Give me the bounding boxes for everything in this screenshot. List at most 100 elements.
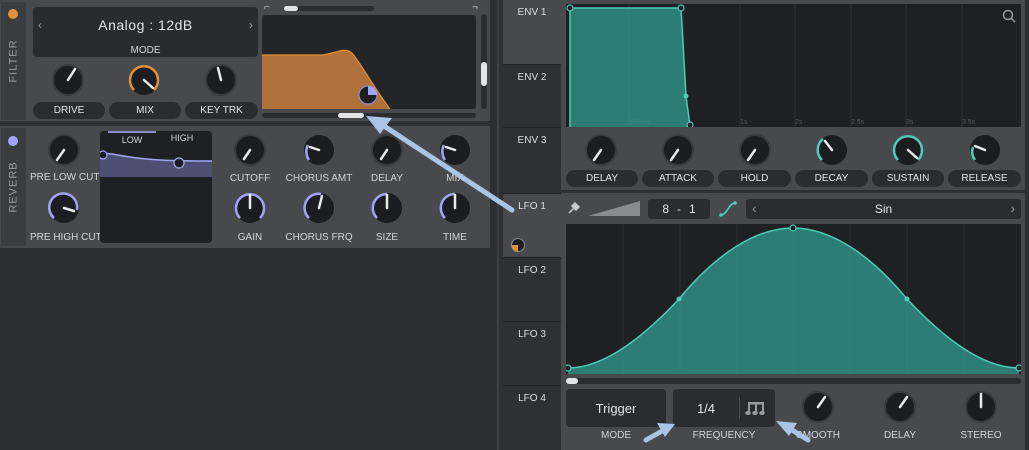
- env-release-label: RELEASE: [948, 170, 1021, 187]
- low-slope-icon[interactable]: ⌐: [264, 2, 270, 13]
- filter-tab-label: FILTER: [7, 39, 20, 83]
- reverb-delay-label: DELAY: [370, 173, 404, 184]
- lfo-graph[interactable]: [566, 224, 1021, 374]
- filter-response-graph[interactable]: [262, 15, 476, 109]
- reverb-chorusfrq-knob[interactable]: [302, 191, 336, 225]
- tempo-sync-notes-icon[interactable]: [745, 399, 767, 417]
- filter-blend-slider[interactable]: [262, 113, 476, 118]
- reverb-size-knob[interactable]: [370, 191, 404, 225]
- reverb-gain-label: GAIN: [237, 232, 263, 243]
- lfo-delay-label: DELAY: [883, 430, 917, 441]
- env-sustain-knob[interactable]: [891, 133, 925, 167]
- reverb-time-label: TIME: [443, 232, 467, 243]
- modulation-divider: [497, 0, 499, 450]
- filter-mode-selector[interactable]: ‹ Analog : 12dB › MODE: [33, 7, 258, 57]
- env3-tab[interactable]: ENV 3: [503, 127, 561, 190]
- lfo-grid-size[interactable]: 8 - 1: [648, 199, 710, 219]
- lfo2-tab[interactable]: LFO 2: [503, 257, 561, 321]
- reverb-eq-tab-high[interactable]: HIGH: [158, 131, 206, 145]
- reverb-cutoff-knob[interactable]: [233, 133, 267, 167]
- reverb-power-toggle[interactable]: [8, 136, 18, 146]
- next-arrow-icon[interactable]: ›: [249, 18, 253, 32]
- filter-mix-knob[interactable]: [127, 63, 161, 97]
- lfo1-mod-source-icon[interactable]: [510, 237, 526, 253]
- high-slope-icon[interactable]: ¬: [472, 2, 478, 13]
- reverb-cutoff-label: CUTOFF: [229, 173, 271, 184]
- zoom-search-icon[interactable]: [1002, 9, 1016, 23]
- env-tick-2s: 2s: [795, 119, 803, 126]
- env-hold-label: HOLD: [718, 170, 791, 187]
- filter-tab[interactable]: FILTER: [1, 2, 26, 120]
- env-decay-label: DECAY: [795, 170, 868, 187]
- reverb-prehighcut-label: PRE HIGH CUT: [30, 232, 102, 243]
- lfo-frequency-control[interactable]: 1/4: [673, 389, 775, 427]
- env-sustain-label: SUSTAIN: [872, 170, 944, 187]
- reverb-delay-knob[interactable]: [370, 133, 404, 167]
- envelope-graph[interactable]: 500ms 1s 2s 2.5s 3s 3.5s: [566, 4, 1021, 127]
- env-tick-2-5s: 2.5s: [851, 119, 865, 126]
- lfo-phase-thumb[interactable]: [566, 378, 578, 384]
- filter-power-toggle[interactable]: [8, 9, 18, 19]
- env-tick-3-5s: 3.5s: [962, 119, 976, 126]
- filter-mode-label: MODE: [130, 45, 161, 56]
- filter-vertical-slider-thumb[interactable]: [481, 62, 487, 86]
- reverb-chorusamt-knob[interactable]: [302, 133, 336, 167]
- env2-tab[interactable]: ENV 2: [503, 64, 561, 127]
- env-tick-1s: 1s: [740, 119, 748, 126]
- filter-scroll-track[interactable]: [284, 6, 374, 11]
- lfo-frequency-label: FREQUENCY: [692, 430, 756, 441]
- lfo-stereo-label: STEREO: [960, 430, 1002, 441]
- lfo-phase-slider[interactable]: [566, 378, 1021, 384]
- reverb-time-knob[interactable]: [438, 191, 472, 225]
- lfo-stereo-knob[interactable]: [964, 390, 998, 424]
- env-attack-knob[interactable]: [661, 133, 695, 167]
- lfo-grid-x[interactable]: 8: [662, 202, 669, 216]
- lfo3-tab[interactable]: LFO 3: [503, 321, 561, 385]
- reverb-eq-curve: [100, 150, 212, 177]
- env-delay-knob[interactable]: [584, 133, 618, 167]
- lfo-smooth-label: SMOOTH: [796, 430, 840, 441]
- filter-keytrk-label: KEY TRK: [185, 102, 258, 119]
- filter-drive-label: DRIVE: [33, 102, 105, 119]
- lfo-smooth-knob[interactable]: [801, 390, 835, 424]
- reverb-chorusfrq-label: CHORUS FRQ: [285, 232, 353, 243]
- lfo-delay-knob[interactable]: [883, 390, 917, 424]
- filter-drive-knob[interactable]: [51, 63, 85, 97]
- env-release-knob[interactable]: [968, 133, 1002, 167]
- env-delay-label: DELAY: [566, 170, 638, 187]
- reverb-mix-knob[interactable]: [438, 133, 472, 167]
- lfo-grid-y[interactable]: 1: [689, 202, 696, 216]
- reverb-eq-tab-low[interactable]: LOW: [108, 131, 156, 145]
- next-arrow-icon[interactable]: ›: [1010, 200, 1015, 216]
- reverb-mix-label: MIX: [446, 173, 464, 184]
- env-decay-knob[interactable]: [815, 133, 849, 167]
- lfo-mode-selector[interactable]: Trigger: [566, 389, 666, 427]
- lfo-frequency-value: 1/4: [696, 401, 716, 416]
- env-tick-3s: 3s: [906, 119, 914, 126]
- reverb-prehighcut-knob[interactable]: [47, 191, 81, 225]
- filter-vertical-slider[interactable]: [481, 14, 487, 109]
- paint-brush-icon[interactable]: [567, 201, 581, 215]
- lfo-mode-value: Trigger: [595, 401, 637, 416]
- filter-keytrk-knob[interactable]: [204, 63, 238, 97]
- reverb-size-label: SIZE: [375, 232, 399, 243]
- reverb-prelowcut-label: PRE LOW CUT: [30, 172, 100, 183]
- reverb-prelowcut-knob[interactable]: [47, 133, 81, 167]
- paint-pattern-selector[interactable]: [588, 201, 640, 216]
- env-attack-label: ATTACK: [642, 170, 714, 187]
- env1-tab[interactable]: ENV 1: [503, 0, 561, 64]
- filter-mix-label: MIX: [109, 102, 181, 119]
- reverb-tab-label: REVERB: [7, 161, 20, 213]
- reverb-eq-graph[interactable]: LOW HIGH: [100, 131, 212, 243]
- lfo-shape-value: Sin: [874, 202, 893, 216]
- lfo4-tab[interactable]: LFO 4: [503, 385, 561, 450]
- filter-blend-thumb[interactable]: [338, 113, 364, 118]
- smooth-curve-icon[interactable]: [719, 200, 737, 218]
- reverb-chorusamt-label: CHORUS AMT: [285, 173, 353, 184]
- lfo-shape-selector[interactable]: ‹ Sin ›: [746, 199, 1021, 219]
- filter-scroll-thumb[interactable]: [284, 6, 298, 11]
- reverb-gain-knob[interactable]: [233, 191, 267, 225]
- lfo-grid-sep: -: [677, 202, 681, 216]
- lfo-mode-label: MODE: [601, 430, 631, 441]
- env-hold-knob[interactable]: [738, 133, 772, 167]
